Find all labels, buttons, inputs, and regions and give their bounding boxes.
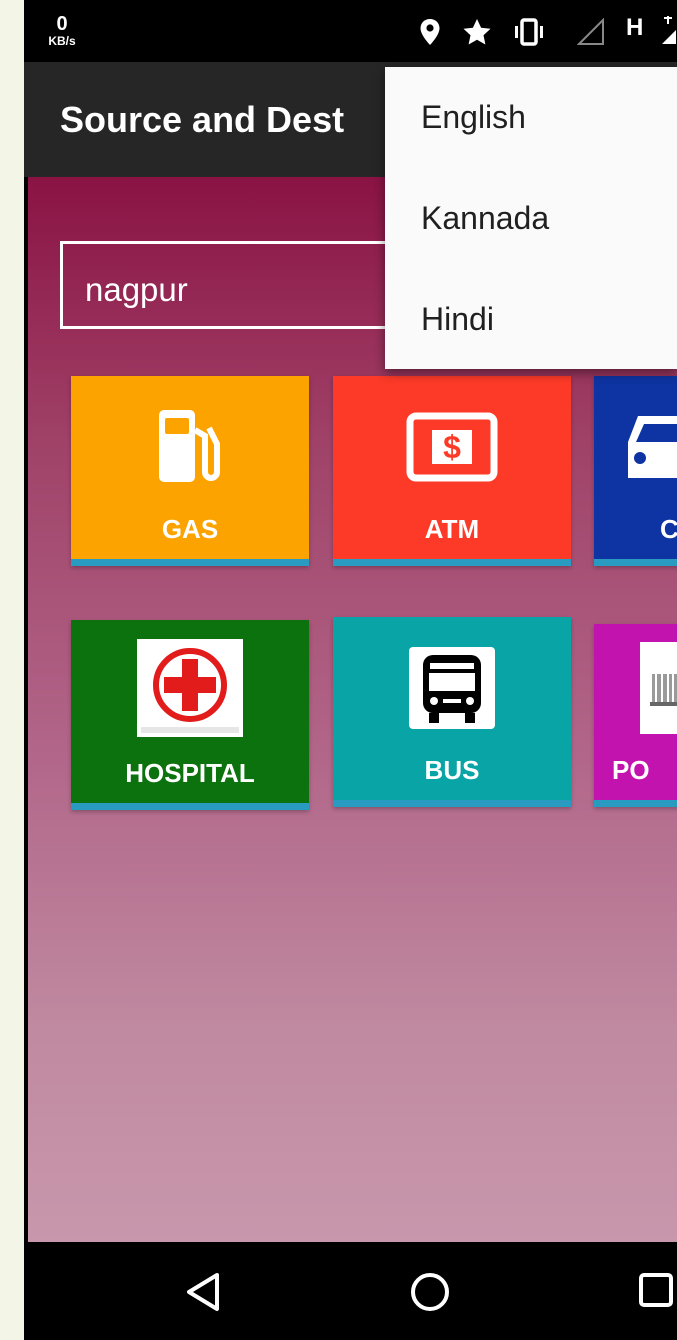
tile-hospital-label: HOSPITAL [125,758,255,788]
dollar-card-icon: $ [406,412,498,487]
tile-police[interactable]: PO [594,624,677,807]
tile-gas-label: GAS [161,514,219,544]
app-title: Source and Dest [60,99,345,140]
menu-item-label: English [421,99,526,135]
home-icon[interactable] [410,1272,450,1317]
fuel-pump-icon [155,406,225,491]
search-input-value: nagpur [85,271,188,308]
menu-item-hindi[interactable]: Hindi [385,269,677,369]
menu-item-kannada[interactable]: Kannada [385,168,677,268]
menu-item-label: Hindi [421,301,494,337]
back-icon[interactable] [184,1272,222,1317]
star-icon [462,18,492,51]
location-icon [419,18,441,51]
signal-icon [576,17,605,51]
navigation-bar [24,1242,677,1340]
menu-item-label: Kannada [421,200,550,236]
menu-item-english[interactable]: English [385,67,677,167]
car-icon [624,412,677,487]
tile-atm[interactable]: $ ATM [333,376,571,566]
bus-icon [409,647,495,734]
tile-bus-label: BUS [424,755,480,785]
phone-screen: 0 KB/s H Source and Dest nagpur GAS $ AT… [24,0,677,1340]
tile-police-label: PO [612,755,650,785]
tile-bus[interactable]: BUS [333,617,571,807]
hospital-cross-icon [137,639,243,742]
battery-icon [660,14,677,51]
language-menu: English Kannada Hindi [385,67,677,369]
tile-car-label: C [660,514,677,544]
tile-hospital[interactable]: HOSPITAL [71,620,309,810]
h-network-icon: H [626,14,644,41]
svg-text:$: $ [443,429,461,465]
status-bar: 0 KB/s H [24,0,677,62]
police-building-icon [640,642,677,739]
tile-gas[interactable]: GAS [71,376,309,566]
speed-value: 0 [56,13,68,35]
network-speed: 0 KB/s [42,14,82,47]
tile-car[interactable]: C [594,376,677,566]
speed-unit: KB/s [48,34,76,48]
recents-icon[interactable] [638,1272,674,1313]
tile-atm-label: ATM [424,514,480,544]
vibrate-icon [512,18,546,51]
